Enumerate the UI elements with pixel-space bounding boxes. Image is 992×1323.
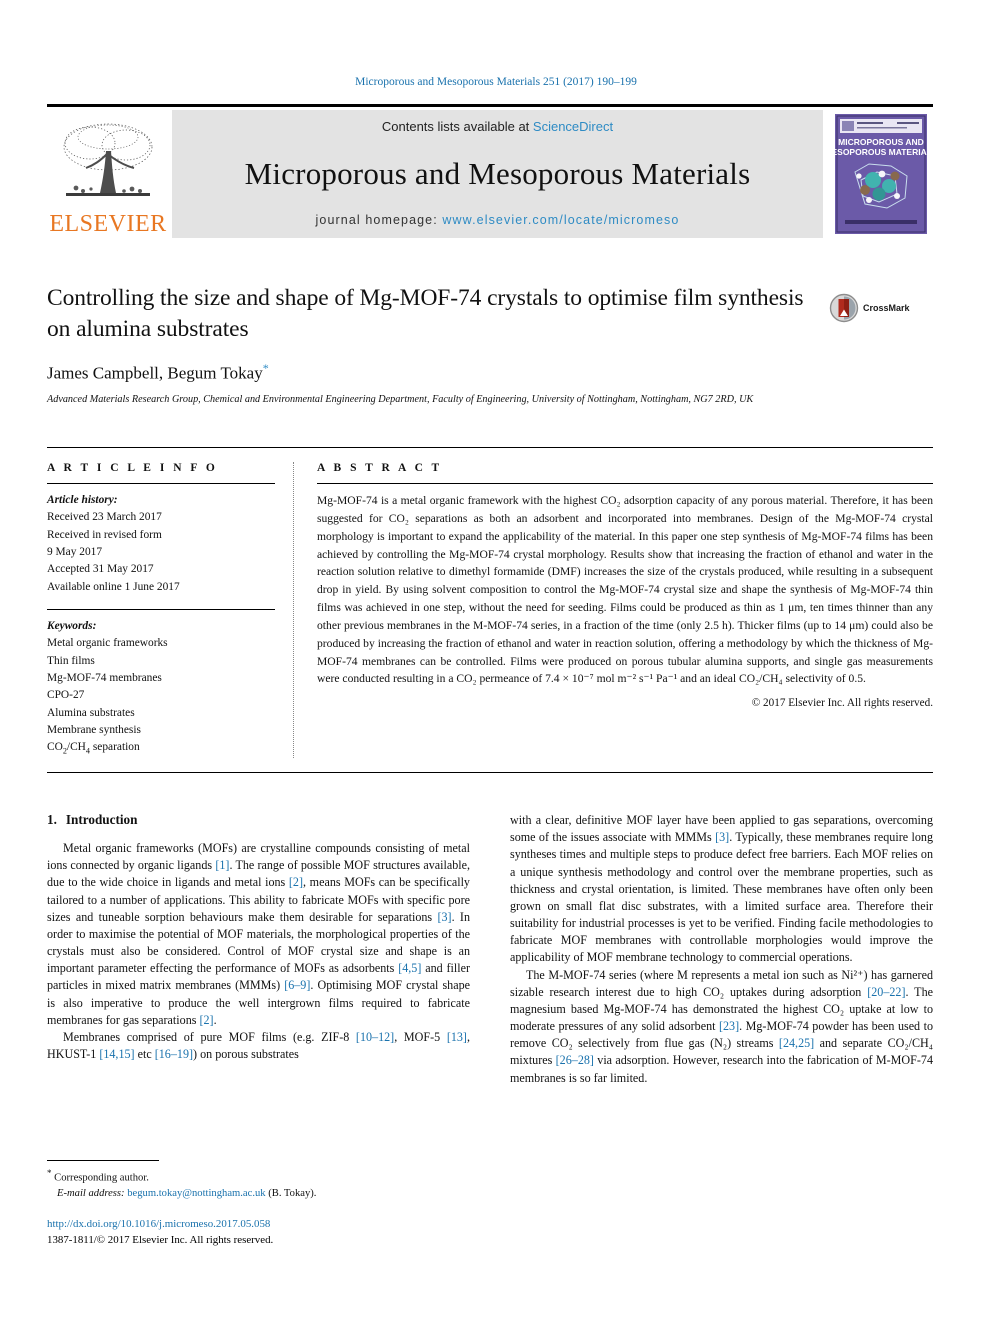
- body-column-right: with a clear, definitive MOF layer have …: [510, 812, 933, 1087]
- keyword-item: Metal organic frameworks: [47, 637, 168, 650]
- abstract-copyright: © 2017 Elsevier Inc. All rights reserved…: [751, 697, 933, 710]
- abstract-text: Mg-MOF-74 is a metal organic framework w…: [317, 494, 933, 686]
- history-item: Accepted 31 May 2017: [47, 563, 154, 576]
- intro-paragraph: Metal organic frameworks (MOFs) are crys…: [47, 841, 471, 1027]
- running-head: Microporous and Mesoporous Materials 251…: [355, 76, 637, 88]
- citation-link[interactable]: [26–28]: [556, 1053, 594, 1067]
- footer-identifiers: http://dx.doi.org/10.1016/j.micromeso.20…: [47, 1216, 507, 1249]
- citation-link[interactable]: [6–9]: [284, 978, 310, 992]
- history-item: Available online 1 June 2017: [47, 580, 180, 593]
- footnote-corresponding-text: Corresponding author.: [54, 1172, 149, 1184]
- author-names: James Campbell, Begum Tokay: [47, 363, 263, 383]
- column-divider: [293, 462, 295, 759]
- footnote-corresponding-line: * Corresponding author.: [47, 1167, 470, 1186]
- article-history-group: Article history: Received 23 March 2017 …: [47, 492, 275, 596]
- section-number: 1.: [47, 812, 57, 827]
- keyword-item: Membrane synthesis: [47, 723, 141, 736]
- journal-homepage-link[interactable]: www.elsevier.com/locate/micromeso: [442, 213, 679, 227]
- citation-link[interactable]: [10–12]: [356, 1030, 394, 1044]
- body-columns: 1. Introduction Metal organic frameworks …: [47, 812, 933, 1087]
- issn-copyright-line: 1387-1811/© 2017 Elsevier Inc. All right…: [47, 1234, 274, 1247]
- citation-link[interactable]: [2]: [199, 1013, 213, 1027]
- article-info-heading: A R T I C L E I N F O: [47, 462, 218, 474]
- journal-masthead: ELSEVIER Contents lists available at Sci…: [47, 104, 933, 241]
- corresponding-author-footnote: * Corresponding author. E-mail address: …: [47, 1160, 470, 1202]
- citation-link[interactable]: [13]: [447, 1030, 467, 1044]
- citation-link[interactable]: [20–22]: [867, 985, 905, 999]
- page-title: Controlling the size and shape of Mg-MOF…: [47, 285, 804, 343]
- title-block: Controlling the size and shape of Mg-MOF…: [47, 283, 933, 407]
- footnote-star: *: [47, 1168, 52, 1178]
- elsevier-tree-icon: [63, 123, 153, 196]
- history-item: Received 23 March 2017: [47, 511, 162, 524]
- journal-cover-image: MICROPOROUS AND MESOPOROUS MATERIALS: [835, 114, 927, 234]
- keywords-group: Keywords: Metal organic frameworks Thin …: [47, 618, 275, 758]
- email-address-label: E-mail address:: [57, 1188, 125, 1200]
- doi-link[interactable]: http://dx.doi.org/10.1016/j.micromeso.20…: [47, 1216, 507, 1232]
- article-info-column: A R T I C L E I N F O Article history: R…: [47, 462, 293, 758]
- abstract-heading: A B S T R A C T: [317, 462, 443, 474]
- contents-prefix: Contents lists available at: [381, 119, 533, 134]
- intro-paragraph: with a clear, definitive MOF layer have …: [510, 813, 933, 965]
- sciencedirect-link[interactable]: ScienceDirect: [533, 119, 613, 134]
- keyword-item-co2ch4: CO2/CH4 separation: [47, 741, 140, 756]
- citation-link[interactable]: [4,5]: [398, 961, 421, 975]
- crossmark-badge[interactable]: CrossMark: [829, 293, 933, 323]
- journal-article-page: Microporous and Mesoporous Materials 251…: [0, 0, 992, 1323]
- citation-link[interactable]: [14,15]: [99, 1047, 134, 1061]
- footnote-rule: [47, 1160, 159, 1161]
- info-abstract-section: A R T I C L E I N F O Article history: R…: [47, 462, 933, 759]
- abstract-rule: [317, 483, 933, 484]
- citation-link[interactable]: [16–19]: [155, 1047, 193, 1061]
- citation-link[interactable]: [3]: [437, 910, 451, 924]
- homepage-prefix: journal homepage:: [315, 213, 443, 227]
- keyword-item: Mg-MOF-74 membranes: [47, 671, 162, 684]
- svg-text:MICROPOROUS AND: MICROPOROUS AND: [838, 137, 924, 147]
- article-history-label: Article history:: [47, 494, 118, 506]
- contents-available-line: Contents lists available at ScienceDirec…: [382, 119, 613, 134]
- corresponding-author-marker: *: [262, 361, 269, 376]
- section-title-introduction: 1. Introduction: [47, 812, 470, 828]
- section-label: Introduction: [65, 812, 138, 827]
- elsevier-wordmark: ELSEVIER: [49, 211, 167, 237]
- footnote-email-line: E-mail address: begum.tokay@nottingham.a…: [47, 1186, 470, 1202]
- intro-paragraph: The M-MOF-74 series (where M represents …: [510, 967, 933, 1085]
- email-link[interactable]: begum.tokay@nottingham.ac.uk: [127, 1188, 265, 1199]
- journal-homepage-line: journal homepage: www.elsevier.com/locat…: [316, 213, 680, 227]
- keyword-item: Thin films: [47, 654, 95, 667]
- body-column-left: 1. Introduction Metal organic frameworks …: [47, 812, 470, 1087]
- abstract-column: A B S T R A C T Mg-MOF-74 is a metal org…: [317, 462, 933, 758]
- citation-link[interactable]: [24,25]: [779, 1036, 814, 1050]
- elsevier-logo: ELSEVIER: [47, 110, 169, 238]
- citation-link[interactable]: [23]: [719, 1019, 739, 1033]
- crossmark-icon: [829, 293, 859, 323]
- email-owner: (B. Tokay).: [268, 1188, 317, 1200]
- footnote-body: * Corresponding author. E-mail address: …: [47, 1167, 470, 1202]
- info-section-top-rule: [47, 447, 933, 448]
- journal-title: Microporous and Mesoporous Materials: [244, 155, 751, 191]
- masthead-center-band: Contents lists available at ScienceDirec…: [172, 110, 823, 238]
- intro-paragraph: Membranes comprised of pure MOF films (e…: [47, 1029, 470, 1062]
- article-info-separator: [47, 608, 275, 610]
- history-item: Received in revised form: [47, 528, 162, 541]
- info-section-bottom-rule: [47, 772, 933, 773]
- journal-cover-thumbnail: MICROPOROUS AND MESOPOROUS MATERIALS: [829, 110, 933, 238]
- affiliation: Advanced Materials Research Group, Chemi…: [47, 393, 754, 405]
- history-item: 9 May 2017: [47, 545, 103, 558]
- citation-link[interactable]: [1]: [215, 858, 229, 872]
- keyword-item: Alumina substrates: [47, 706, 135, 719]
- citation-link[interactable]: [3]: [715, 830, 729, 844]
- svg-text:MESOPOROUS MATERIALS: MESOPOROUS MATERIALS: [835, 147, 927, 157]
- keyword-item: CPO-27: [47, 689, 85, 702]
- crossmark-label: CrossMark: [863, 303, 910, 313]
- citation-link[interactable]: [2]: [289, 875, 303, 889]
- keywords-label: Keywords:: [47, 619, 97, 632]
- article-info-rule: [47, 483, 275, 484]
- author-list: James Campbell, Begum Tokay*: [47, 361, 933, 384]
